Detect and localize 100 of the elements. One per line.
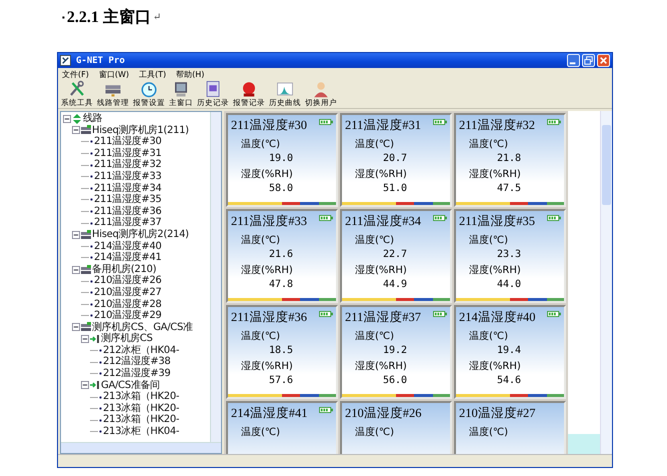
collapse-toggle-icon[interactable] <box>72 266 80 274</box>
tree-item[interactable]: 测序机房CS <box>101 333 153 345</box>
tree-item[interactable]: 212冰柜（HK04- <box>103 344 180 356</box>
menu-item[interactable]: 帮助(H) <box>176 68 204 80</box>
humidity-label: 湿度(%RH) <box>355 169 407 180</box>
humidity-value: 44.0 <box>497 279 522 290</box>
temperature-label: 温度(℃) <box>355 427 394 438</box>
bullet-icon <box>90 302 93 306</box>
section-heading: 2.2.1 主窗口 <box>66 7 151 28</box>
tree-item[interactable]: 210温湿度#29 <box>94 310 162 322</box>
humidity-value: 57.6 <box>269 375 294 386</box>
card-title: 211温湿度#32 <box>459 117 536 134</box>
tree-item[interactable]: 211温湿度#37 <box>94 217 162 229</box>
close-icon[interactable] <box>597 54 610 67</box>
bullet-icon <box>99 430 102 434</box>
bullet-icon <box>99 396 102 399</box>
humidity-value: 47.5 <box>497 183 522 194</box>
bullet-icon <box>90 175 93 178</box>
tree-item[interactable]: 213冰箱（HK20- <box>103 414 180 426</box>
sensor-card[interactable]: 211温湿度#36 温度(℃) 18.5 湿度(%RH) 57.6 <box>226 305 338 399</box>
temperature-label: 温度(℃) <box>355 139 394 150</box>
bullet-icon <box>90 186 93 190</box>
document-icon <box>204 80 222 98</box>
humidity-value: 51.0 <box>383 183 408 194</box>
collapse-toggle-icon[interactable] <box>63 114 71 123</box>
menu-item[interactable]: 窗口(W) <box>98 68 129 80</box>
humidity-value: 54.6 <box>497 375 522 386</box>
collapse-toggle-icon[interactable] <box>81 381 89 390</box>
tree-item[interactable]: Hiseq测序机房1(211) <box>92 124 189 136</box>
sensor-card[interactable]: 211温湿度#31 温度(℃) 20.7 湿度(%RH) 51.0 <box>340 113 452 207</box>
bullet-icon <box>90 256 93 260</box>
sensor-card[interactable]: 210温湿度#27 温度(℃) <box>454 401 566 454</box>
humidity-label: 湿度(%RH) <box>469 265 521 276</box>
humidity-label: 湿度(%RH) <box>469 169 521 180</box>
card-title: 211温湿度#35 <box>459 213 536 230</box>
tree-item[interactable]: 213冰箱（HK20- <box>103 402 180 414</box>
menu-item[interactable]: 工具(T) <box>139 68 166 80</box>
sensor-card[interactable]: 211温湿度#32 温度(℃) 21.8 湿度(%RH) 47.5 <box>454 113 566 207</box>
sensor-card[interactable]: 214温湿度#40 温度(℃) 19.4 湿度(%RH) 54.6 <box>454 305 566 399</box>
temperature-label: 温度(℃) <box>241 331 280 342</box>
collapse-toggle-icon[interactable] <box>72 126 80 134</box>
sensor-card[interactable]: 211温湿度#33 温度(℃) 21.6 湿度(%RH) 47.8 <box>226 209 338 303</box>
sensor-card[interactable]: 211温湿度#37 温度(℃) 19.2 湿度(%RH) 56.0 <box>340 305 452 399</box>
tree-item[interactable]: 211温湿度#34 <box>94 182 162 194</box>
restore-icon[interactable] <box>582 54 595 67</box>
card-title: 214温湿度#41 <box>231 405 308 422</box>
temperature-label: 温度(℃) <box>469 331 508 342</box>
sensor-card[interactable]: 211温湿度#34 温度(℃) 22.7 湿度(%RH) 44.9 <box>340 209 452 303</box>
temperature-value: 23.3 <box>497 249 522 260</box>
bullet-icon <box>90 210 93 214</box>
tree-item[interactable]: 211温湿度#30 <box>94 136 162 148</box>
menu-item[interactable]: 文件(F) <box>62 68 89 80</box>
scrollbar-thumb[interactable] <box>602 125 611 205</box>
arrow-icon <box>90 334 100 344</box>
tree-item[interactable]: 213冰箱（HK20- <box>103 391 180 403</box>
sensor-card[interactable]: 211温湿度#30 温度(℃) 19.0 湿度(%RH) 58.0 <box>226 113 338 207</box>
tree-item[interactable]: 线路 <box>83 113 102 125</box>
collapse-toggle-icon[interactable] <box>72 230 80 239</box>
collapse-toggle-icon[interactable] <box>81 335 89 344</box>
tree-item[interactable]: 备用机房(210) <box>92 264 156 276</box>
server-icon <box>81 230 91 240</box>
tree-item[interactable]: 210温湿度#28 <box>94 298 162 310</box>
temperature-label: 温度(℃) <box>469 427 508 438</box>
tree-item[interactable]: 211温湿度#31 <box>94 148 162 160</box>
server-icon <box>81 264 91 275</box>
paragraph-mark: ↵ <box>152 12 162 22</box>
tree-item[interactable]: 211温湿度#33 <box>94 170 162 183</box>
temperature-value: 21.6 <box>269 249 294 260</box>
humidity-label: 湿度(%RH) <box>241 169 293 180</box>
tools-icon <box>68 80 86 98</box>
card-title: 211温湿度#33 <box>231 213 308 230</box>
arrow-icon <box>90 380 100 390</box>
window-title: G-NET Pro <box>76 56 125 66</box>
tree-item[interactable]: 211温湿度#36 <box>94 206 162 218</box>
temperature-value: 19.2 <box>383 345 408 356</box>
tree-item[interactable]: 212温湿度#39 <box>103 368 170 380</box>
monitor-icon <box>172 80 190 98</box>
collapse-toggle-icon[interactable] <box>72 323 80 332</box>
scrollbar[interactable] <box>600 111 612 454</box>
tree-item[interactable]: 210温湿度#27 <box>94 286 162 298</box>
tree-item[interactable]: 214温湿度#40 <box>94 240 162 252</box>
tree-item[interactable]: GA/CS准备间 <box>101 380 160 392</box>
scrollbar[interactable] <box>210 112 221 442</box>
server-icon <box>81 125 91 136</box>
tree-item[interactable]: 211温湿度#32 <box>94 159 162 171</box>
sensor-card[interactable]: 214温湿度#41 温度(℃) <box>226 401 338 454</box>
tree-item[interactable]: 210温湿度#26 <box>94 275 162 287</box>
tree-item[interactable]: 211温湿度#35 <box>94 194 162 206</box>
tree-item[interactable]: Hiseq测序机房2(214) <box>92 228 189 241</box>
tree-item[interactable]: 212温湿度#38 <box>103 356 170 368</box>
tree-item[interactable]: 测序机房CS、GA/CS准 <box>92 322 193 334</box>
tree-item[interactable]: 213冰柜（HK04- <box>103 426 180 438</box>
tree-item[interactable]: 214温湿度#41 <box>94 252 162 264</box>
temperature-label: 温度(℃) <box>355 235 394 246</box>
sensor-card[interactable]: 211温湿度#35 温度(℃) 23.3 湿度(%RH) 44.0 <box>454 209 566 303</box>
sensor-card[interactable]: 210温湿度#26 温度(℃) <box>340 401 452 454</box>
card-title: 211温湿度#37 <box>345 309 422 326</box>
card-title: 211温湿度#30 <box>231 117 308 134</box>
minimize-icon[interactable] <box>567 54 580 67</box>
scrollbar[interactable] <box>61 442 221 453</box>
